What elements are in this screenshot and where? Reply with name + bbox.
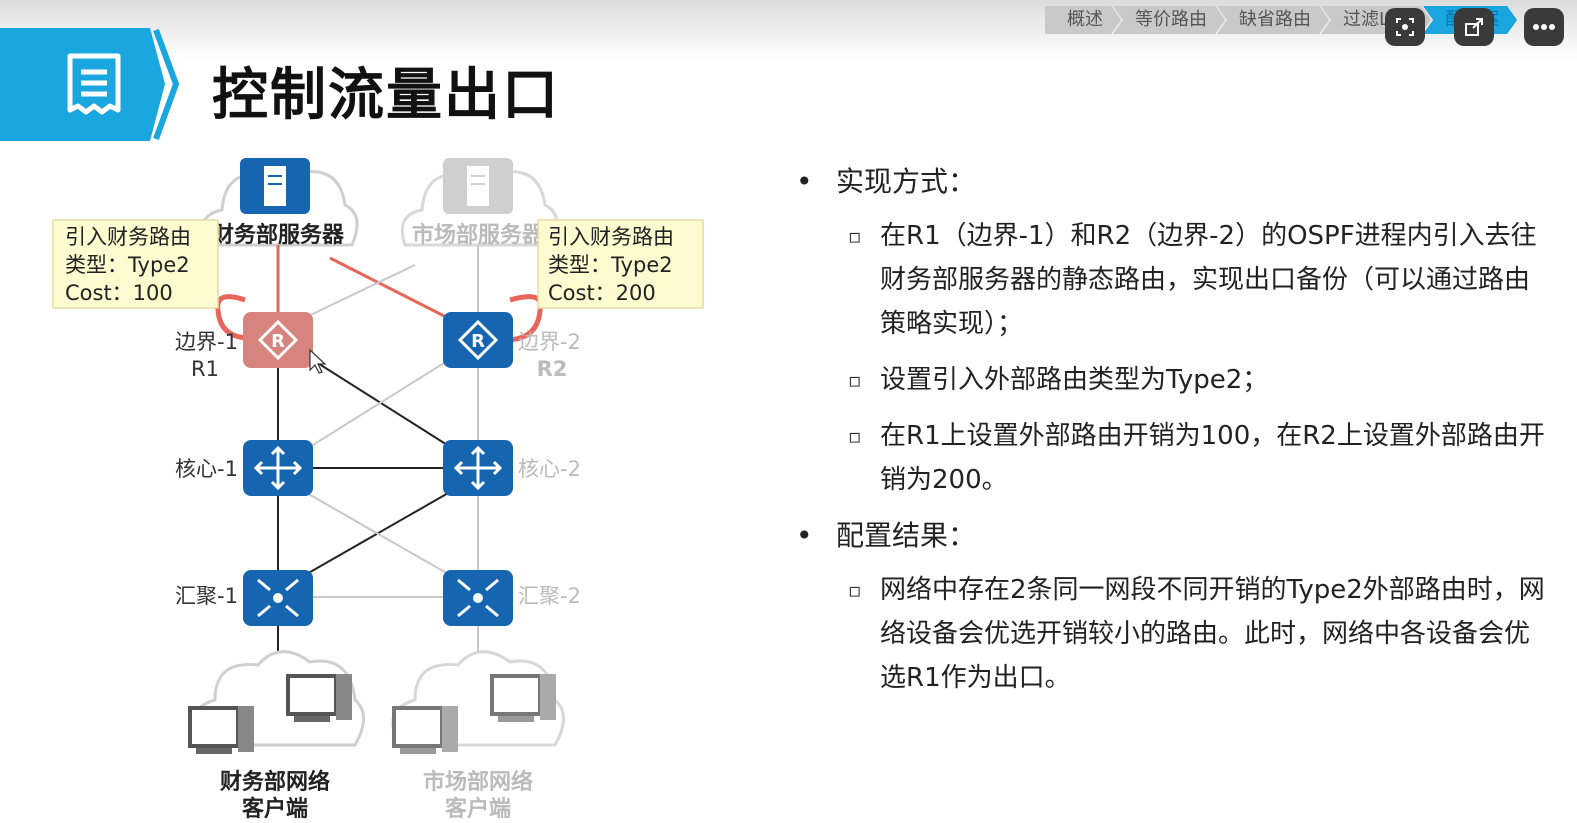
capture-icon	[1396, 18, 1414, 36]
breadcrumb-item-default-route[interactable]: 缺省路由	[1217, 6, 1329, 34]
note-right-line1: 引入财务路由	[548, 225, 674, 249]
note-left-line3: Cost：100	[65, 281, 173, 305]
market-server-label: 市场部服务器	[412, 222, 545, 248]
finance-pc-icon-2	[286, 674, 352, 722]
sub-bullet-import-static: ▫ 在R1（边界-1）和R2（边界-2）的OSPF进程内引入去往财务部服务器的静…	[790, 214, 1550, 346]
border1-label: 边界-1	[175, 330, 238, 354]
svg-text:R: R	[471, 331, 485, 352]
import-arrow-left	[215, 294, 246, 311]
finance-server-icon	[240, 158, 310, 214]
document-icon	[67, 53, 121, 115]
agg1-label: 汇聚-1	[175, 584, 238, 608]
page-title: 控制流量出口	[212, 63, 560, 128]
breadcrumb: 概述 等价路由 缺省路由 过滤LSA 配置案	[1045, 6, 1509, 34]
share-button[interactable]	[1454, 8, 1494, 46]
link-r2-core1	[304, 357, 453, 451]
core-switch-1-icon	[243, 440, 313, 496]
svg-text:R: R	[271, 331, 285, 352]
mouse-cursor-icon	[309, 348, 327, 374]
square-bullet-icon: ▫	[848, 224, 862, 248]
finance-clients-label-2: 客户端	[242, 796, 308, 822]
bullet-implementation: • 实现方式：	[790, 160, 1550, 204]
r2-label: R2	[537, 357, 568, 381]
bullet-dot-icon: •	[796, 165, 813, 198]
breadcrumb-item-ecmp[interactable]: 等价路由	[1113, 6, 1225, 34]
market-clients-label-2: 客户端	[445, 796, 511, 822]
agg2-label: 汇聚-2	[518, 584, 581, 608]
sub-bullet-cost: ▫ 在R1上设置外部路由开销为100，在R2上设置外部路由开销为200。	[790, 414, 1550, 502]
more-options-button[interactable]	[1524, 8, 1564, 46]
note-left-line2: 类型：Type2	[65, 253, 190, 277]
breadcrumb-item-overview[interactable]: 概述	[1045, 6, 1121, 34]
note-right-line2: 类型：Type2	[548, 253, 673, 277]
banner-chevron	[153, 28, 180, 141]
market-server-icon	[443, 158, 513, 214]
title-banner	[0, 28, 165, 141]
more-dots-icon	[1533, 24, 1555, 30]
bullet-result: • 配置结果：	[790, 514, 1550, 558]
router-r1-icon: R	[243, 312, 313, 368]
bullet-dot-icon: •	[796, 519, 813, 552]
content-panel: • 实现方式： ▫ 在R1（边界-1）和R2（边界-2）的OSPF进程内引入去往…	[790, 160, 1550, 712]
agg-switch-2-icon	[443, 570, 513, 626]
network-diagram: 财务部服务器 市场部服务器 R R 引入财务路由 类型：Type2 Cost：1…	[52, 158, 704, 822]
sub-bullet-type2: ▫ 设置引入外部路由类型为Type2；	[790, 358, 1550, 402]
router-r2-icon: R	[443, 312, 513, 368]
r1-label: R1	[191, 357, 219, 381]
import-arrow-right	[509, 294, 544, 311]
finance-clients-label-1: 财务部网络	[220, 769, 330, 795]
note-right-line3: Cost：200	[548, 281, 656, 305]
agg-switch-1-icon	[243, 570, 313, 626]
square-bullet-icon: ▫	[848, 578, 862, 602]
note-left-line1: 引入财务路由	[65, 225, 191, 249]
finance-server-label: 财务部服务器	[212, 222, 345, 248]
screen-capture-button[interactable]	[1385, 8, 1425, 46]
link-r1-core2	[304, 354, 453, 449]
market-pc-icon-1	[392, 706, 458, 754]
share-icon	[1465, 18, 1483, 36]
market-pc-icon-2	[490, 674, 556, 722]
square-bullet-icon: ▫	[848, 368, 862, 392]
finance-pc-icon-1	[188, 706, 254, 754]
square-bullet-icon: ▫	[848, 424, 862, 448]
market-clients-label-1: 市场部网络	[423, 769, 533, 795]
link-finance-r2	[329, 256, 453, 322]
sub-bullet-result-detail: ▫ 网络中存在2条同一网段不同开销的Type2外部路由时，网络设备会优选开销较小…	[790, 568, 1550, 700]
core2-label: 核心-2	[518, 457, 581, 481]
border2-label: 边界-2	[518, 330, 581, 354]
core-switch-2-icon	[443, 440, 513, 496]
core1-label: 核心-1	[175, 457, 238, 481]
